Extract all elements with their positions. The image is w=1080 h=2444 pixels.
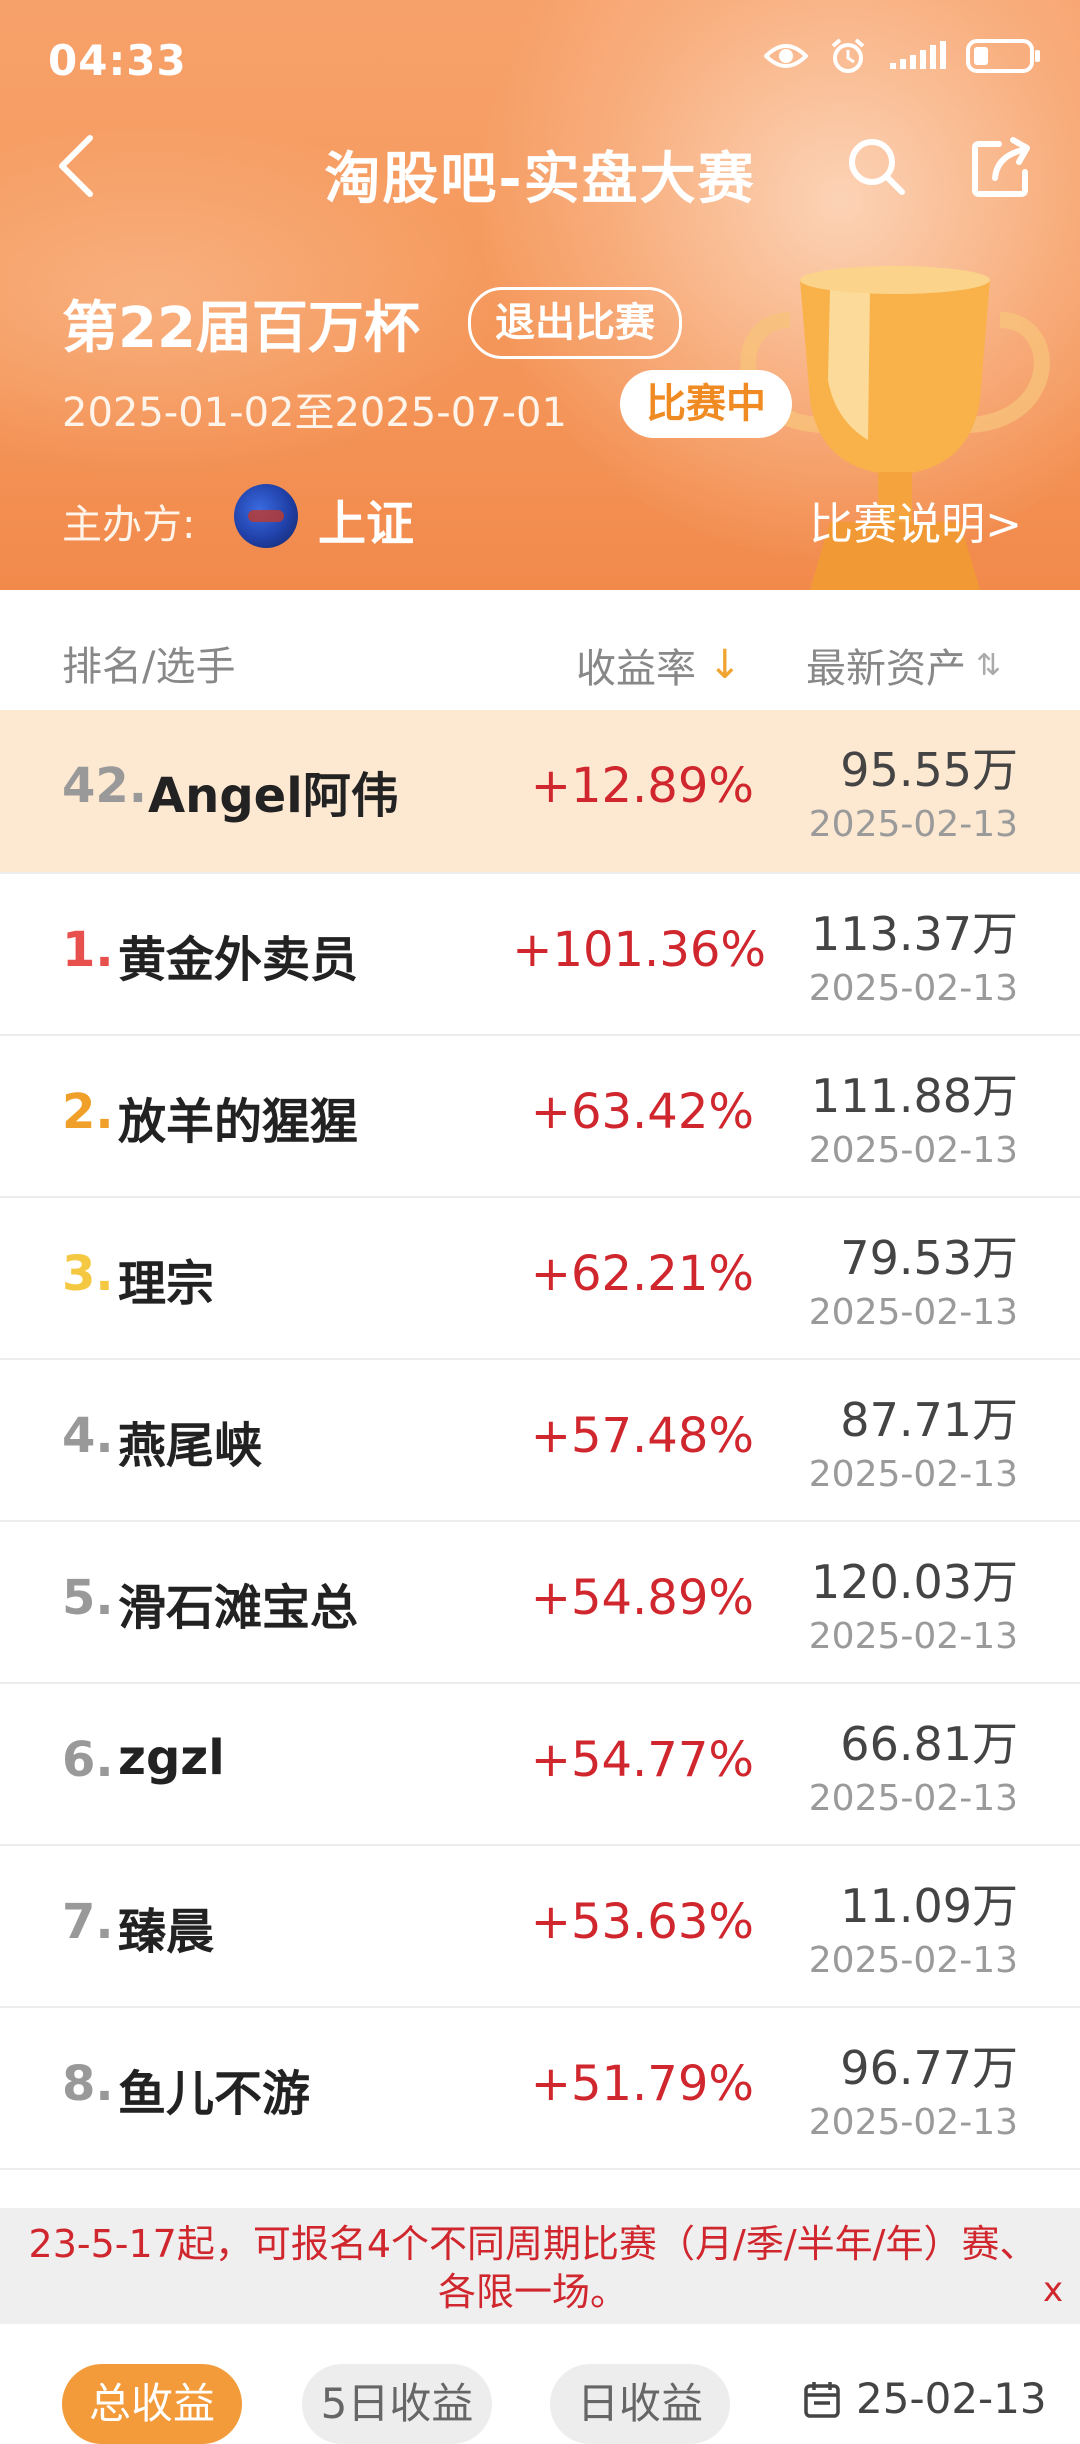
date-filter[interactable]: 25-02-13 xyxy=(802,2374,1047,2423)
contest-name: 第22届百万杯 xyxy=(62,296,420,361)
rank-number: 6. xyxy=(62,1732,114,1788)
rank-number: 7. xyxy=(62,1894,114,1950)
player-name: zgzl xyxy=(118,1730,225,1786)
alarm-icon xyxy=(826,36,870,76)
column-return-rate[interactable]: 收益率 ↓ xyxy=(576,636,742,694)
return-rate: +101.36% xyxy=(512,922,766,978)
notice-banner: 23-5-17起，可报名4个不同周期比赛（月/季/半年/年）赛、各限一场。 x xyxy=(0,2208,1080,2324)
signal-icon xyxy=(888,36,948,76)
latest-assets: 66.81万 xyxy=(840,1717,1018,1771)
column-rank-player: 排名/选手 xyxy=(62,644,236,690)
assets-date: 2025-02-13 xyxy=(808,1778,1018,1819)
return-rate: +63.42% xyxy=(530,1084,754,1140)
rank-number: 42. xyxy=(62,758,148,814)
latest-assets: 113.37万 xyxy=(811,907,1018,961)
assets-date: 2025-02-13 xyxy=(808,1616,1018,1657)
return-rate: +54.89% xyxy=(530,1570,754,1626)
title-bar: 淘股吧-实盘大赛 xyxy=(0,120,1080,220)
eye-icon xyxy=(764,36,808,76)
exit-contest-button[interactable]: 退出比赛 xyxy=(468,287,682,359)
contest-date-range: 2025-01-02至2025-07-01 xyxy=(62,390,567,436)
player-name: 放羊的猩猩 xyxy=(118,1094,359,1150)
table-row[interactable]: 3. 理宗 +62.21% 79.53万 2025-02-13 xyxy=(0,1198,1080,1360)
player-name: 黄金外卖员 xyxy=(118,932,359,988)
contest-status-badge: 比赛中 xyxy=(620,370,792,438)
search-button[interactable] xyxy=(836,124,916,208)
battery-icon xyxy=(966,36,1042,76)
organizer-label: 主办方: xyxy=(62,502,196,548)
search-icon xyxy=(849,139,905,195)
table-row[interactable]: 1. 黄金外卖员 +101.36% 113.37万 2025-02-13 xyxy=(0,874,1080,1036)
tab-five-day-return[interactable]: 5日收益 xyxy=(302,2364,492,2444)
return-rate: +12.89% xyxy=(530,758,754,814)
rank-number: 2. xyxy=(62,1084,114,1140)
sort-down-icon: ↓ xyxy=(708,642,742,688)
player-name: 鱼儿不游 xyxy=(118,2066,311,2122)
latest-assets: 96.77万 xyxy=(840,2041,1018,2095)
return-rate: +57.48% xyxy=(530,1408,754,1464)
latest-assets: 111.88万 xyxy=(811,1069,1018,1123)
status-time: 04:33 xyxy=(48,36,187,85)
rank-number: 1. xyxy=(62,922,114,978)
player-name: 燕尾峡 xyxy=(118,1418,263,1474)
table-row[interactable]: 5. 滑石滩宝总 +54.89% 120.03万 2025-02-13 xyxy=(0,1522,1080,1684)
player-name: 滑石滩宝总 xyxy=(118,1580,359,1636)
ranking-table-header: 排名/选手 收益率 ↓ 最新资产 ⇅ xyxy=(0,592,1080,712)
latest-assets: 11.09万 xyxy=(840,1879,1018,1933)
status-bar: 04:33 xyxy=(0,0,1080,120)
return-rate: +53.63% xyxy=(530,1894,754,1950)
assets-date: 2025-02-13 xyxy=(808,804,1018,845)
latest-assets: 79.53万 xyxy=(840,1231,1018,1285)
return-rate: +62.21% xyxy=(530,1246,754,1302)
assets-date: 2025-02-13 xyxy=(808,1130,1018,1171)
tab-total-return[interactable]: 总收益 xyxy=(62,2364,242,2444)
rank-number: 8. xyxy=(62,2056,114,2112)
player-name: 理宗 xyxy=(118,1256,215,1312)
player-name: Angel阿伟 xyxy=(148,768,399,824)
rank-number: 4. xyxy=(62,1408,114,1464)
return-rate: +54.77% xyxy=(530,1732,754,1788)
calendar-icon xyxy=(804,2381,840,2418)
table-row[interactable]: 8. 鱼儿不游 +51.79% 96.77万 2025-02-13 xyxy=(0,2008,1080,2170)
page-title: 淘股吧-实盘大赛 xyxy=(324,147,756,212)
contest-header: 04:33 淘股吧-实盘大赛 第22届百万杯 退出比赛 2025-01-02至2… xyxy=(0,0,1080,590)
organizer-name: 上证 xyxy=(318,496,415,552)
column-latest-assets-label: 最新资产 xyxy=(806,646,966,692)
assets-date: 2025-02-13 xyxy=(808,1454,1018,1495)
date-filter-value: 25-02-13 xyxy=(856,2374,1047,2423)
player-name: 臻晨 xyxy=(118,1904,215,1960)
organizer-avatar xyxy=(234,484,298,548)
assets-date: 2025-02-13 xyxy=(808,2102,1018,2143)
rank-number: 5. xyxy=(62,1570,114,1626)
contest-rules-link[interactable]: 比赛说明> xyxy=(809,488,1022,552)
table-row[interactable]: 6. zgzl +54.77% 66.81万 2025-02-13 xyxy=(0,1684,1080,1846)
latest-assets: 87.71万 xyxy=(840,1393,1018,1447)
notice-close-button[interactable]: x xyxy=(1036,2270,1070,2310)
assets-date: 2025-02-13 xyxy=(808,968,1018,1009)
rank-number: 3. xyxy=(62,1246,114,1302)
latest-assets: 120.03万 xyxy=(811,1555,1018,1609)
tab-daily-return[interactable]: 日收益 xyxy=(550,2364,730,2444)
bottom-filter-tabs: 总收益 5日收益 日收益 25-02-13 xyxy=(0,2330,1080,2444)
assets-date: 2025-02-13 xyxy=(808,1940,1018,1981)
column-return-rate-label: 收益率 xyxy=(576,646,696,692)
notice-text: 23-5-17起，可报名4个不同周期比赛（月/季/半年/年）赛、各限一场。 xyxy=(28,2222,1038,2314)
latest-assets: 95.55万 xyxy=(840,743,1018,797)
ranking-list: 42. Angel阿伟 +12.89% 95.55万 2025-02-13 1.… xyxy=(0,710,1080,2170)
my-ranking-row[interactable]: 42. Angel阿伟 +12.89% 95.55万 2025-02-13 xyxy=(0,710,1080,874)
table-row[interactable]: 4. 燕尾峡 +57.48% 87.71万 2025-02-13 xyxy=(0,1360,1080,1522)
table-row[interactable]: 2. 放羊的猩猩 +63.42% 111.88万 2025-02-13 xyxy=(0,1036,1080,1198)
share-button[interactable] xyxy=(958,124,1044,208)
assets-date: 2025-02-13 xyxy=(808,1292,1018,1333)
table-row[interactable]: 7. 臻晨 +53.63% 11.09万 2025-02-13 xyxy=(0,1846,1080,2008)
share-icon xyxy=(972,137,1030,197)
sort-toggle-icon: ⇅ xyxy=(976,647,1002,683)
return-rate: +51.79% xyxy=(530,2056,754,2112)
column-latest-assets[interactable]: 最新资产 ⇅ xyxy=(806,636,1001,694)
